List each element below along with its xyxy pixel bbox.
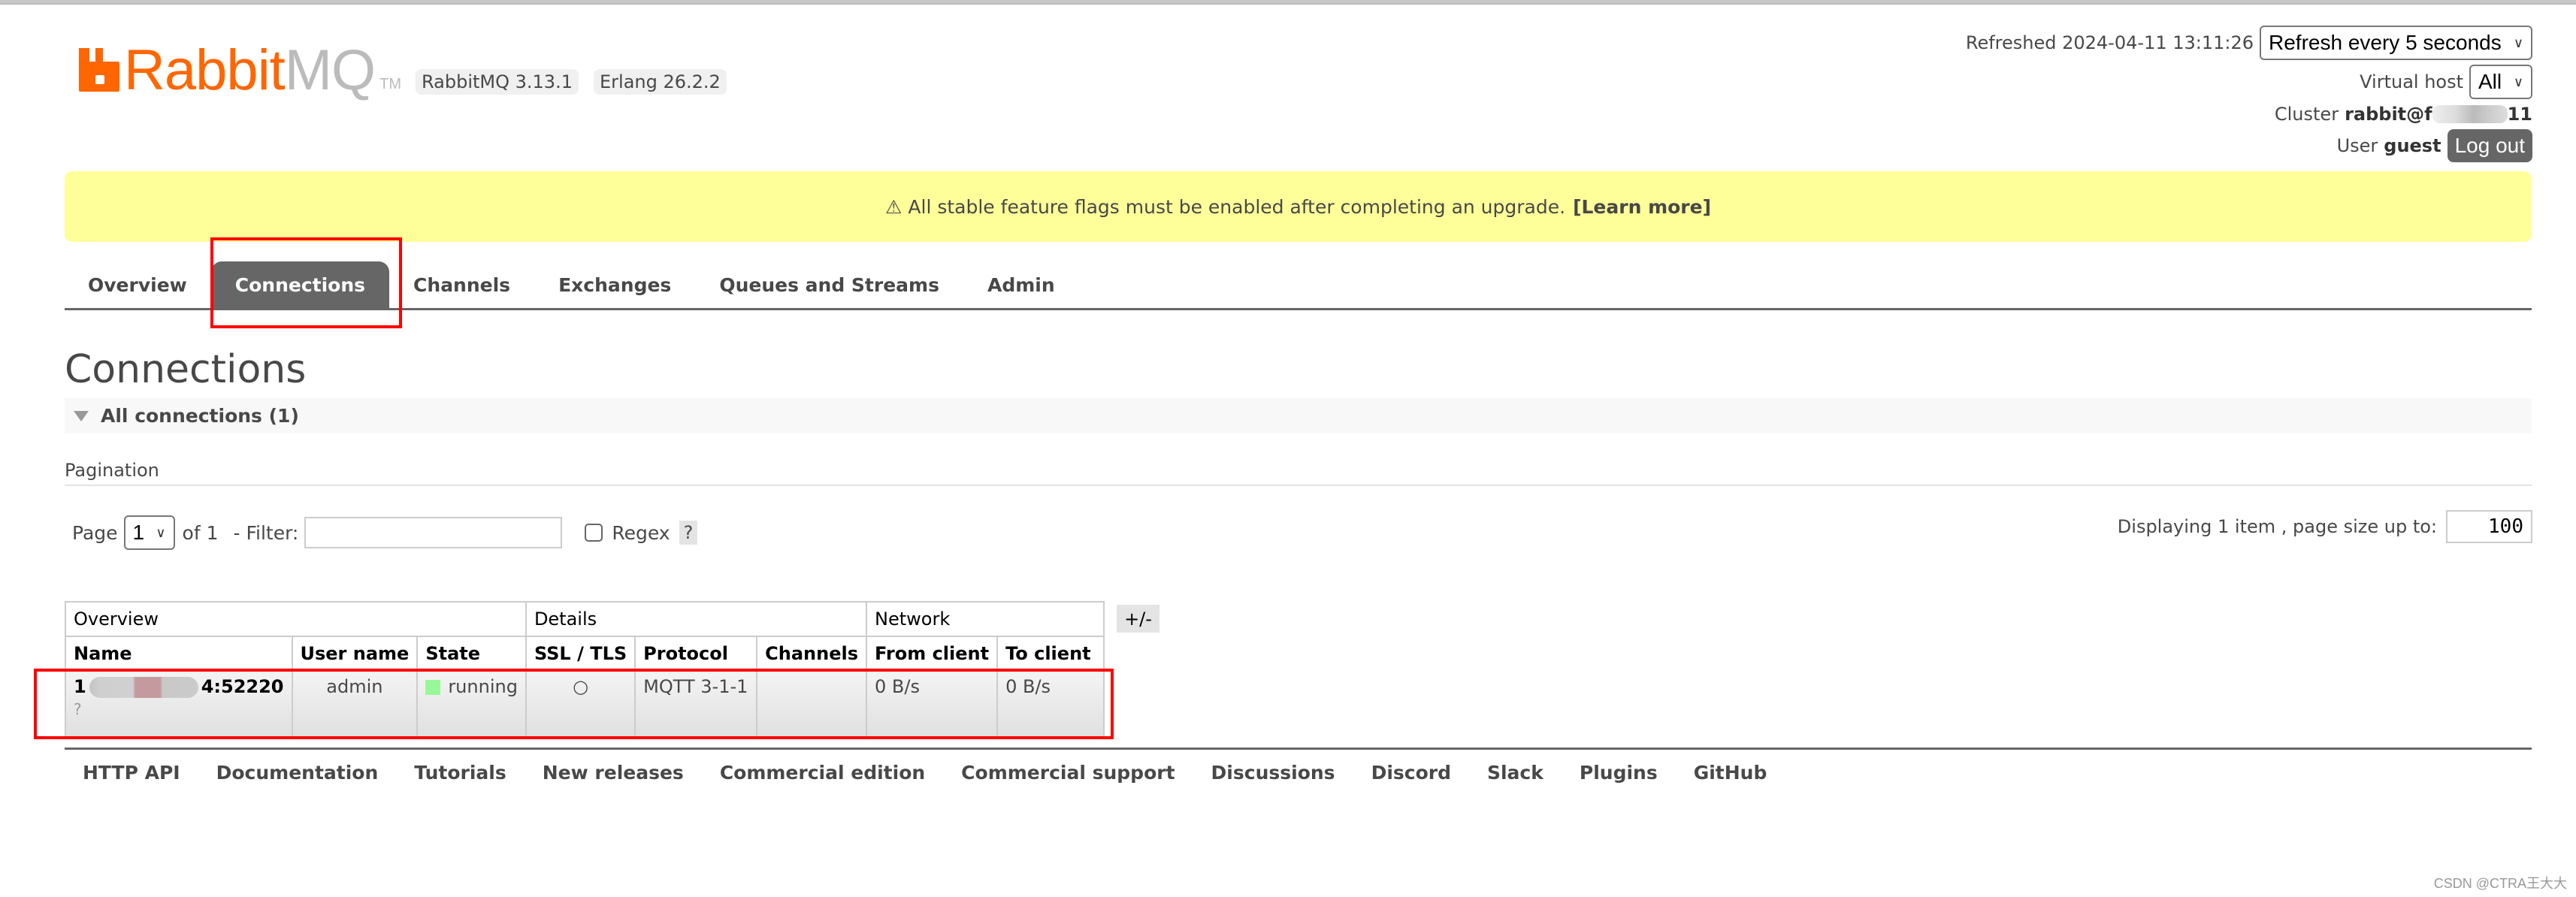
rabbit-logo-icon [79, 48, 119, 92]
footer-links: HTTP API Documentation Tutorials New rel… [83, 762, 1803, 784]
virtual-host-select[interactable]: All ∨ [2469, 65, 2532, 99]
vhost-select-value: All [2478, 70, 2502, 93]
toggle-columns-button[interactable]: +/- [1117, 605, 1160, 633]
regex-label: Regex [612, 521, 670, 544]
chevron-down-icon: ∨ [2513, 74, 2523, 89]
warning-icon: ⚠ [884, 195, 903, 218]
refresh-interval-select[interactable]: Refresh every 5 seconds ∨ [2260, 26, 2532, 60]
logo-trademark: TM [379, 76, 402, 92]
page-select-value: 1 [132, 521, 145, 544]
tab-exchanges[interactable]: Exchanges [534, 261, 695, 308]
logout-button[interactable]: Log out [2447, 129, 2532, 162]
footer-divider [65, 748, 2532, 750]
footer-link-new-releases[interactable]: New releases [543, 762, 684, 784]
tab-channels[interactable]: Channels [389, 261, 534, 308]
column-header-user-name[interactable]: User name [291, 636, 419, 672]
section-title: All connections (1) [101, 405, 299, 427]
cluster-name-suffix: 11 [2507, 104, 2532, 125]
cluster-name-prefix: rabbit@f [2345, 104, 2432, 125]
filter-input[interactable] [304, 517, 563, 548]
regex-help-button[interactable]: ? [679, 521, 698, 545]
column-group-overview: Overview [65, 601, 527, 637]
footer-link-http-api[interactable]: HTTP API [83, 762, 180, 784]
column-header-name[interactable]: Name [65, 636, 293, 672]
header-status-panel: Refreshed 2024-04-11 13:11:26 Refresh ev… [1966, 26, 2532, 167]
learn-more-link[interactable]: [Learn more] [1573, 196, 1711, 218]
column-group-details: Details [525, 601, 868, 637]
chevron-down-icon: ∨ [2513, 35, 2523, 50]
browser-top-bar [0, 0, 2576, 5]
refresh-select-value: Refresh every 5 seconds [2269, 31, 2502, 54]
column-header-ssl-tls[interactable]: SSL / TLS [525, 636, 636, 672]
collapse-triangle-icon [74, 410, 89, 421]
pagination-label: Pagination [65, 460, 159, 481]
column-header-protocol[interactable]: Protocol [634, 636, 758, 672]
footer-link-documentation[interactable]: Documentation [216, 762, 379, 784]
footer-link-github[interactable]: GitHub [1694, 762, 1767, 784]
user-name: guest [2384, 135, 2441, 156]
tab-queues-and-streams[interactable]: Queues and Streams [695, 261, 963, 308]
page-total: of 1 [182, 521, 219, 544]
column-header-from-client[interactable]: From client [866, 636, 999, 672]
column-header-state[interactable]: State [416, 636, 527, 672]
page-label: Page [72, 521, 118, 544]
footer-link-slack[interactable]: Slack [1487, 762, 1543, 784]
banner-text: All stable feature flags must be enabled… [908, 195, 1566, 218]
column-header-channels[interactable]: Channels [756, 636, 868, 672]
page-select[interactable]: 1 ∨ [123, 515, 175, 550]
user-label: User [2336, 135, 2378, 156]
tab-admin[interactable]: Admin [963, 261, 1079, 308]
column-group-network: Network [866, 601, 1105, 637]
main-nav-tabs: Overview Connections Channels Exchanges … [65, 260, 2532, 310]
regex-checkbox[interactable] [585, 524, 603, 542]
footer-link-commercial-edition[interactable]: Commercial edition [720, 762, 925, 784]
all-connections-section-toggle[interactable]: All connections (1) [65, 398, 2532, 433]
rabbitmq-logo[interactable]: Rabbit MQ TM [79, 39, 401, 99]
cluster-label: Cluster [2274, 104, 2339, 125]
pagination-divider [65, 485, 2532, 486]
connections-tab-highlight-annotation [210, 237, 402, 328]
erlang-version-badge: Erlang 26.2.2 [594, 69, 727, 95]
footer-link-tutorials[interactable]: Tutorials [414, 762, 506, 784]
page-size-input[interactable]: 100 [2446, 510, 2532, 543]
tab-overview[interactable]: Overview [65, 261, 211, 308]
footer-link-discussions[interactable]: Discussions [1211, 762, 1335, 784]
logo-text-rabbit: Rabbit [124, 38, 286, 102]
column-header-to-client[interactable]: To client [996, 636, 1105, 672]
chevron-down-icon: ∨ [156, 524, 166, 540]
virtual-host-label: Virtual host [2360, 71, 2463, 92]
rabbitmq-version-badge: RabbitMQ 3.13.1 [416, 69, 579, 95]
footer-link-plugins[interactable]: Plugins [1580, 762, 1658, 784]
redacted-cluster-name [2432, 105, 2508, 123]
watermark: CSDN @CTRA王大大 [2433, 876, 2567, 891]
connection-row-highlight-annotation [34, 669, 1114, 739]
filter-label: - Filter: [233, 521, 299, 544]
pagination-controls: Page 1 ∨ of 1 - Filter: Regex ? [72, 515, 698, 550]
displaying-count-text: Displaying 1 item , page size up to: [2117, 516, 2437, 537]
refreshed-timestamp: Refreshed 2024-04-11 13:11:26 [1965, 32, 2254, 53]
page-title: Connections [65, 347, 307, 392]
footer-link-commercial-support[interactable]: Commercial support [961, 762, 1175, 784]
page-size-controls: Displaying 1 item , page size up to: 100 [2118, 510, 2532, 543]
footer-link-discord[interactable]: Discord [1371, 762, 1451, 784]
feature-flags-warning-banner: ⚠ All stable feature flags must be enabl… [65, 171, 2532, 242]
logo-text-mq: MQ [284, 38, 376, 102]
